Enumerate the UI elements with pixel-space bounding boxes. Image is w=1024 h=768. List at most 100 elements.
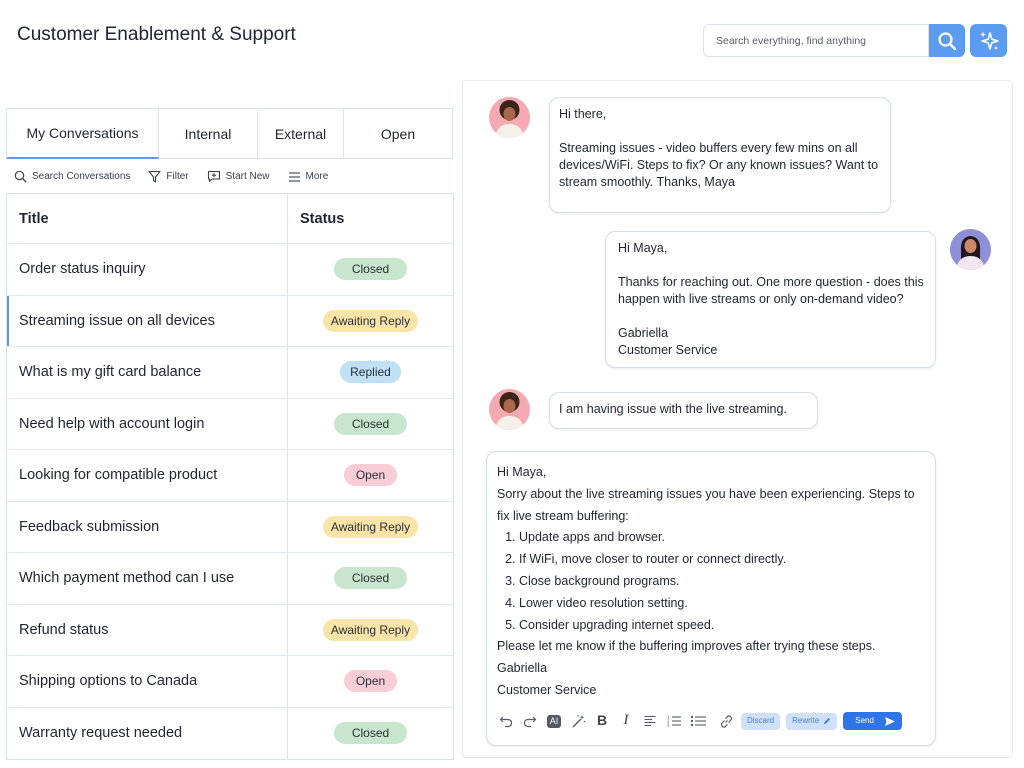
customer-avatar bbox=[489, 389, 530, 430]
column-header-status[interactable]: Status bbox=[288, 194, 453, 243]
menu-icon bbox=[288, 171, 300, 182]
filter-button[interactable]: Filter bbox=[148, 170, 189, 183]
align-left-button[interactable] bbox=[641, 712, 659, 730]
row-title: Looking for compatible product bbox=[7, 450, 288, 501]
row-title: Which payment method can I use bbox=[7, 553, 288, 604]
tab-internal[interactable]: Internal bbox=[159, 109, 258, 159]
column-header-title[interactable]: Title bbox=[7, 194, 288, 243]
bold-icon: B bbox=[596, 712, 608, 729]
conversation-table: Title Status Order status inquiry Closed… bbox=[6, 193, 454, 760]
search-icon bbox=[938, 31, 957, 50]
table-row[interactable]: Looking for compatible product Open bbox=[7, 450, 453, 502]
start-new-button[interactable]: Start New bbox=[207, 170, 270, 183]
table-row[interactable]: Streaming issue on all devices Awaiting … bbox=[7, 295, 453, 347]
reply-composer[interactable]: Hi Maya, Sorry about the live streaming … bbox=[486, 451, 936, 746]
table-row[interactable]: Which payment method can I use Closed bbox=[7, 553, 453, 605]
bullet-list-icon bbox=[690, 715, 706, 727]
rewrite-label: Rewrite bbox=[792, 716, 820, 726]
numbered-list-button[interactable]: 123 bbox=[665, 712, 683, 730]
undo-icon bbox=[499, 716, 513, 728]
send-button[interactable]: Send bbox=[843, 712, 902, 730]
row-title: Refund status bbox=[7, 604, 288, 655]
reply-closing: Please let me know if the buffering impr… bbox=[497, 639, 876, 654]
new-message-icon bbox=[207, 170, 220, 183]
row-title: What is my gift card balance bbox=[7, 347, 288, 398]
more-label: More bbox=[305, 171, 329, 182]
message-agent-1: Hi Maya, Thanks for reaching out. One mo… bbox=[605, 231, 936, 368]
table-row[interactable]: Refund status Awaiting Reply bbox=[7, 604, 453, 656]
customer-avatar bbox=[489, 97, 530, 138]
tab-open[interactable]: Open bbox=[344, 109, 452, 159]
bullet-list-button[interactable] bbox=[689, 712, 707, 730]
status-badge: Replied bbox=[340, 361, 401, 384]
ai-icon: AI bbox=[546, 714, 562, 728]
message-customer-2: I am having issue with the live streamin… bbox=[549, 392, 818, 429]
search-input[interactable] bbox=[704, 25, 928, 56]
reply-step: Close background programs. bbox=[519, 571, 925, 593]
magic-wand-button[interactable] bbox=[569, 712, 587, 730]
row-title: Shipping options to Canada bbox=[7, 656, 288, 707]
message-customer-1: Hi there, Streaming issues - video buffe… bbox=[549, 97, 891, 213]
ai-button[interactable]: AI bbox=[545, 712, 563, 730]
search-conversations-button[interactable]: Search Conversations bbox=[14, 170, 130, 183]
row-title: Feedback submission bbox=[7, 501, 288, 552]
undo-button[interactable] bbox=[497, 712, 515, 730]
discard-button[interactable]: Discard bbox=[741, 712, 781, 730]
reply-greeting: Hi Maya, bbox=[497, 465, 547, 479]
italic-button[interactable]: I bbox=[617, 712, 635, 730]
composer-toolbar: AI B I 123 Discard Rewrite Send bbox=[497, 712, 902, 730]
search-conversations-label: Search Conversations bbox=[32, 171, 131, 182]
status-badge: Awaiting Reply bbox=[322, 618, 419, 641]
search-icon bbox=[14, 170, 27, 183]
table-row[interactable]: Feedback submission Awaiting Reply bbox=[7, 501, 453, 553]
redo-button[interactable] bbox=[521, 712, 539, 730]
reply-signature-title: Customer Service bbox=[497, 682, 597, 697]
reply-step: If WiFi, move closer to router or connec… bbox=[519, 549, 925, 571]
page-title: Customer Enablement & Support bbox=[17, 24, 296, 45]
table-row[interactable]: Order status inquiry Closed bbox=[7, 244, 453, 296]
bold-button[interactable]: B bbox=[593, 712, 611, 730]
pencil-icon bbox=[824, 718, 831, 724]
tab-my-conversations[interactable]: My Conversations bbox=[7, 109, 159, 159]
discard-label: Discard bbox=[747, 716, 775, 726]
conversation-tabs: My Conversations Internal External Open bbox=[6, 108, 453, 159]
row-title: Streaming issue on all devices bbox=[7, 295, 288, 346]
reply-step: Lower video resolution setting. bbox=[519, 593, 925, 615]
table-row[interactable]: Shipping options to Canada Open bbox=[7, 656, 453, 708]
status-badge: Closed bbox=[333, 258, 408, 281]
reply-intro: Sorry about the live streaming issues yo… bbox=[497, 486, 915, 523]
magic-wand-icon bbox=[572, 714, 585, 727]
table-header: Title Status bbox=[7, 194, 453, 244]
row-title: Order status inquiry bbox=[7, 244, 288, 295]
table-row[interactable]: Need help with account login Closed bbox=[7, 398, 453, 450]
status-badge: Awaiting Reply bbox=[322, 515, 419, 538]
send-icon bbox=[884, 716, 895, 726]
status-badge: Closed bbox=[333, 412, 408, 435]
row-title: Warranty request needed bbox=[7, 707, 288, 759]
status-badge: Closed bbox=[333, 722, 408, 745]
status-badge: Open bbox=[343, 464, 398, 487]
ai-assist-button[interactable] bbox=[970, 24, 1007, 57]
sparkle-icon bbox=[979, 31, 999, 50]
status-badge: Awaiting Reply bbox=[322, 309, 419, 332]
agent-avatar bbox=[950, 229, 991, 270]
reply-signature-name: Gabriella bbox=[497, 661, 548, 676]
start-new-label: Start New bbox=[225, 171, 270, 182]
filter-icon bbox=[148, 170, 161, 183]
redo-icon bbox=[523, 716, 537, 728]
status-badge: Open bbox=[343, 670, 398, 693]
reply-steps: Update apps and browser. If WiFi, move c… bbox=[497, 527, 925, 636]
svg-text:3: 3 bbox=[667, 723, 670, 728]
rewrite-button[interactable]: Rewrite bbox=[786, 712, 838, 730]
send-label: Send bbox=[855, 716, 874, 726]
status-badge: Closed bbox=[333, 567, 408, 590]
link-button[interactable] bbox=[717, 712, 735, 730]
italic-icon: I bbox=[623, 712, 629, 729]
table-row[interactable]: Warranty request needed Closed bbox=[7, 707, 453, 759]
more-button[interactable]: More bbox=[288, 171, 329, 183]
search-button[interactable] bbox=[929, 24, 965, 57]
link-icon bbox=[720, 714, 732, 728]
tab-external[interactable]: External bbox=[258, 109, 344, 159]
global-search[interactable] bbox=[703, 24, 929, 57]
table-row[interactable]: What is my gift card balance Replied bbox=[7, 347, 453, 399]
